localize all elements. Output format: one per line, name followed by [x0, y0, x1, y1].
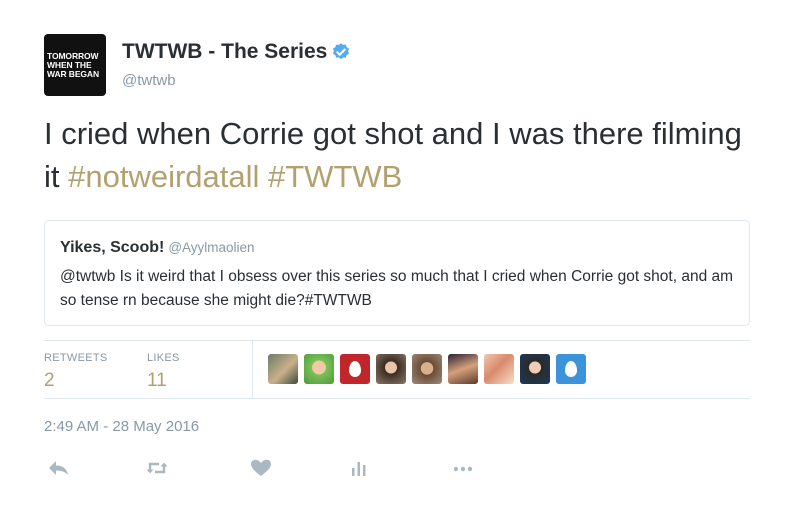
- liker-avatar[interactable]: [304, 354, 334, 384]
- name-row: TWTWB - The Series: [122, 40, 351, 64]
- divider: [44, 398, 750, 399]
- liker-avatars: [268, 354, 592, 384]
- liker-avatar[interactable]: [412, 354, 442, 384]
- quoted-header: Yikes, Scoob! @Ayylmaolien: [60, 239, 255, 257]
- more-icon[interactable]: [450, 456, 476, 480]
- retweets-count: 2: [44, 370, 55, 391]
- egg-icon: [349, 361, 361, 377]
- stats-separator: [252, 340, 253, 398]
- liker-avatar[interactable]: [448, 354, 478, 384]
- avatar[interactable]: Tomorrow When the War Began: [44, 34, 106, 96]
- timestamp[interactable]: 2:49 AM - 28 May 2016: [44, 418, 199, 435]
- liker-avatar[interactable]: [556, 354, 586, 384]
- retweets-stat[interactable]: RETWEETS 2: [44, 352, 108, 392]
- quoted-name: Yikes, Scoob!: [60, 239, 165, 256]
- liker-avatar[interactable]: [268, 354, 298, 384]
- avatar-line-3: War Began: [47, 68, 99, 79]
- reply-icon[interactable]: [46, 456, 72, 480]
- handle[interactable]: @twtwb: [122, 72, 176, 89]
- action-bar: [44, 456, 544, 480]
- quoted-text: @twtwb Is it weird that I obsess over th…: [60, 268, 734, 309]
- egg-icon: [565, 361, 577, 377]
- analytics-icon[interactable]: [346, 456, 372, 480]
- liker-avatar[interactable]: [340, 354, 370, 384]
- retweets-label: RETWEETS: [44, 352, 108, 364]
- retweet-icon[interactable]: [144, 456, 170, 480]
- liker-avatar[interactable]: [376, 354, 406, 384]
- liker-avatar[interactable]: [484, 354, 514, 384]
- tweet-text: I cried when Corrie got shot and I was t…: [44, 112, 744, 198]
- like-icon[interactable]: [248, 456, 274, 480]
- hashtag-link[interactable]: #TWTWB: [268, 159, 402, 194]
- verified-badge-icon: [333, 43, 350, 60]
- quoted-tweet[interactable]: Yikes, Scoob! @Ayylmaolien @twtwb Is it w…: [44, 220, 750, 326]
- display-name[interactable]: TWTWB - The Series: [122, 40, 327, 64]
- quoted-handle: @Ayylmaolien: [168, 240, 255, 255]
- likes-label: LIKES: [147, 352, 180, 364]
- liker-avatar[interactable]: [520, 354, 550, 384]
- stats-bar: RETWEETS 2 LIKES 11: [44, 340, 750, 398]
- likes-stat[interactable]: LIKES 11: [147, 352, 180, 392]
- hashtag-link[interactable]: #notweirdatall: [68, 159, 259, 194]
- likes-count: 11: [147, 370, 167, 391]
